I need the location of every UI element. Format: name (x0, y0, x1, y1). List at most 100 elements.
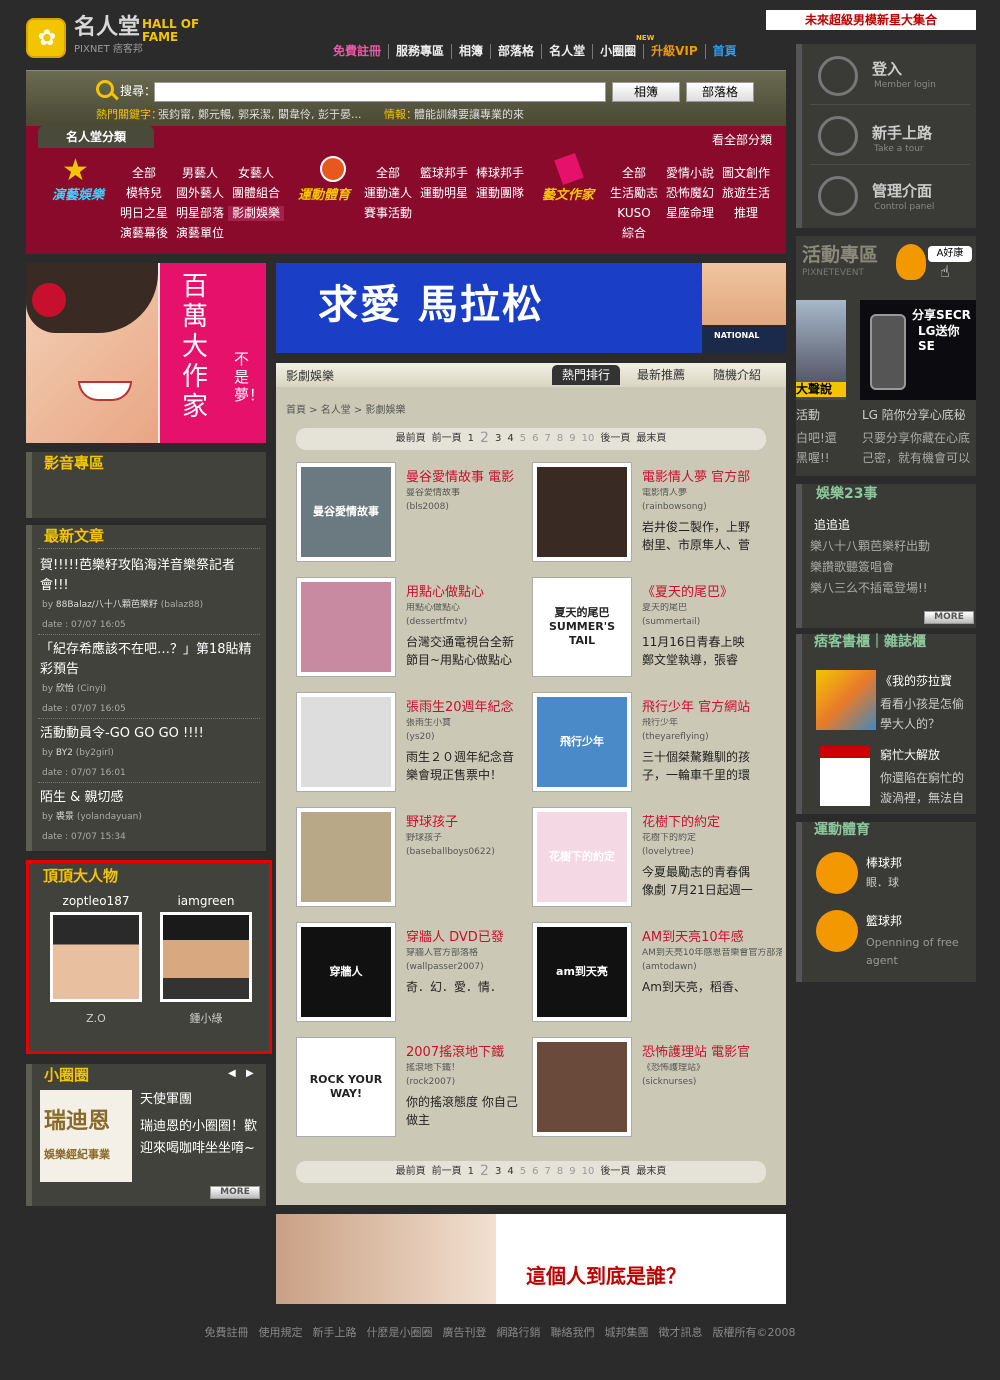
cat-link[interactable]: 全部 (606, 166, 662, 181)
cat-link[interactable]: 男藝人 (172, 166, 228, 181)
footer-link[interactable]: 聯絡我們 (551, 1326, 595, 1340)
ent23-link[interactable]: 樂八十八顆芭樂籽出動 (810, 539, 960, 554)
magazine-cover[interactable] (820, 746, 870, 806)
pager-page[interactable]: 4 (507, 1166, 513, 1179)
cat-link[interactable]: 推理 (718, 206, 774, 221)
top-banner-link[interactable]: 未來超級男模新星大集合 (766, 10, 976, 30)
nav-hall-of-fame[interactable]: 名人堂 (542, 43, 594, 59)
pager-page[interactable]: 7 (544, 1166, 550, 1179)
cat-link[interactable]: 運動團隊 (472, 186, 528, 201)
footer-link[interactable]: 網路行銷 (497, 1326, 541, 1340)
cat-link[interactable]: 全部 (116, 166, 172, 181)
ent23-link[interactable]: 樂八三么不插電登場!! (810, 581, 960, 596)
category-literature[interactable]: 藝文作家 (542, 188, 594, 204)
control-panel-link[interactable]: 管理介面 (872, 182, 932, 201)
cat-link[interactable]: 籃球邦手 (416, 166, 472, 181)
pager-next[interactable]: 後一頁 (600, 433, 630, 446)
pager-page[interactable]: 10 (582, 433, 595, 446)
cat-link[interactable]: KUSO (606, 206, 662, 221)
author-name[interactable]: 88Balaz/八十八顆芭樂籽 (56, 600, 158, 610)
vip-person-id[interactable]: iamgreen (156, 894, 256, 909)
book-title[interactable]: 窮忙大解放 (880, 748, 940, 763)
article-title[interactable]: 活動動員令-GO GO GO !!!! (40, 724, 262, 744)
card-title[interactable]: 張雨生20週年紀念 (406, 700, 546, 716)
pager-page[interactable]: 1 (468, 433, 474, 446)
nav-blog[interactable]: 部落格 (491, 43, 543, 59)
nav-service[interactable]: 服務專區 (389, 43, 453, 59)
cat-link[interactable]: 演藝幕後 (116, 226, 172, 241)
ent23-more-button[interactable]: MORE (924, 611, 974, 624)
card-thumbnail[interactable]: 飛行少年 (532, 692, 632, 792)
cat-link[interactable]: 全部 (360, 166, 416, 181)
circle-more-button[interactable]: MORE (210, 1186, 260, 1199)
tab-hot[interactable]: 熱門排行 (552, 365, 620, 385)
sports-title-link[interactable]: 籃球邦 (866, 914, 902, 929)
pager-page[interactable]: 10 (582, 1166, 595, 1179)
pager-next[interactable]: 後一頁 (600, 1166, 630, 1179)
footer-link[interactable]: 廣告刊登 (443, 1326, 487, 1340)
card-title[interactable]: 《夏天的尾巴》 (642, 585, 782, 601)
pager-page[interactable]: 9 (569, 1166, 575, 1179)
cat-link[interactable]: 旅遊生活 (718, 186, 774, 201)
nav-album[interactable]: 相簿 (452, 43, 492, 59)
cat-link[interactable]: 賽事活動 (360, 206, 416, 221)
card-title[interactable]: 用點心做點心 (406, 585, 546, 601)
card-thumbnail[interactable]: 曼谷愛情故事 (296, 462, 396, 562)
cat-link[interactable]: 運動明星 (416, 186, 472, 201)
event-caption[interactable]: LG 陪你分享心底秘 (862, 408, 976, 423)
pager-page[interactable]: 9 (569, 433, 575, 446)
card-thumbnail[interactable]: 花樹下的約定 (532, 807, 632, 907)
logo-clover-icon[interactable]: ✿ (26, 18, 66, 58)
card-title[interactable]: 曼谷愛情故事 電影 (406, 470, 546, 486)
cat-link[interactable]: 綜合 (606, 226, 662, 241)
cat-link[interactable]: 生活勵志 (606, 186, 662, 201)
logo-title[interactable]: 名人堂 (74, 14, 140, 42)
card-thumbnail[interactable] (296, 807, 396, 907)
footer-link[interactable]: 城邦集團 (605, 1326, 649, 1340)
footer-link[interactable]: 使用規定 (259, 1326, 303, 1340)
event-caption[interactable]: 活動 (796, 408, 820, 423)
event-title[interactable]: 活動專區 (802, 244, 878, 268)
card-thumbnail[interactable] (532, 462, 632, 562)
breadcrumb[interactable]: 首頁 > 名人堂 > 影劇娛樂 (286, 405, 405, 418)
pager-page[interactable]: 8 (557, 1166, 563, 1179)
pager-prev[interactable]: 前一頁 (432, 1166, 462, 1179)
article-title[interactable]: 「紀存希應該不在吧…？」第18貼精彩預告 (40, 640, 262, 680)
pager-page[interactable]: 3 (495, 1166, 501, 1179)
circle-image[interactable]: 瑞迪恩 娛樂經紀事業 (40, 1090, 132, 1182)
pager-page[interactable]: 6 (532, 433, 538, 446)
cat-link[interactable]: 女藝人 (228, 166, 284, 181)
footer-link[interactable]: 什麼是小圈圈 (367, 1326, 433, 1340)
card-title[interactable]: 穿牆人 DVD已發 (406, 930, 546, 946)
nav-home[interactable]: 首頁 (706, 44, 744, 59)
pager-first[interactable]: 最前頁 (396, 433, 426, 446)
card-title[interactable]: 2007搖滾地下鐵 (406, 1045, 546, 1061)
hot-keywords[interactable]: 張鈞甯, 鄭元暢, 郭采潔, 闞韋伶, 彭于晏... (158, 108, 361, 122)
pager-first[interactable]: 最前頁 (396, 1166, 426, 1179)
pager-page[interactable]: 3 (495, 433, 501, 446)
cat-link[interactable]: 演藝單位 (172, 226, 228, 241)
card-title[interactable]: AM到天亮10年感 (642, 930, 782, 946)
pager-page[interactable]: 8 (557, 433, 563, 446)
article-title[interactable]: 賀!!!!!芭樂籽攻陷海洋音樂祭記者會!!! (40, 556, 262, 596)
sports-title-link[interactable]: 棒球邦 (866, 856, 902, 871)
card-thumbnail[interactable]: 穿牆人 (296, 922, 396, 1022)
vip-person-caption[interactable]: Z.O (46, 1012, 146, 1026)
vip-person-photo[interactable] (50, 912, 142, 1002)
nav-register[interactable]: 免費註冊 (326, 43, 390, 59)
pager-page[interactable]: 4 (507, 433, 513, 446)
book-cover[interactable] (816, 670, 876, 730)
category-sports[interactable]: 運動體育 (298, 188, 350, 204)
card-title[interactable]: 花樹下的約定 (642, 815, 782, 831)
cat-link[interactable]: 團體組合 (228, 186, 284, 201)
cat-link[interactable]: 星座命理 (662, 206, 718, 221)
card-thumbnail[interactable]: am到天亮 (532, 922, 632, 1022)
pager-page[interactable]: 7 (544, 433, 550, 446)
vip-person-id[interactable]: zoptleo187 (46, 894, 146, 909)
search-blog-button[interactable]: 部落格 (686, 82, 754, 102)
card-thumbnail[interactable]: ROCK YOUR WAY! (296, 1037, 396, 1137)
footer-link[interactable]: 免費註冊 (205, 1326, 249, 1340)
cat-link[interactable]: 模特兒 (116, 186, 172, 201)
card-thumbnail[interactable] (532, 1037, 632, 1137)
cat-link[interactable]: 明星部落 (172, 206, 228, 221)
